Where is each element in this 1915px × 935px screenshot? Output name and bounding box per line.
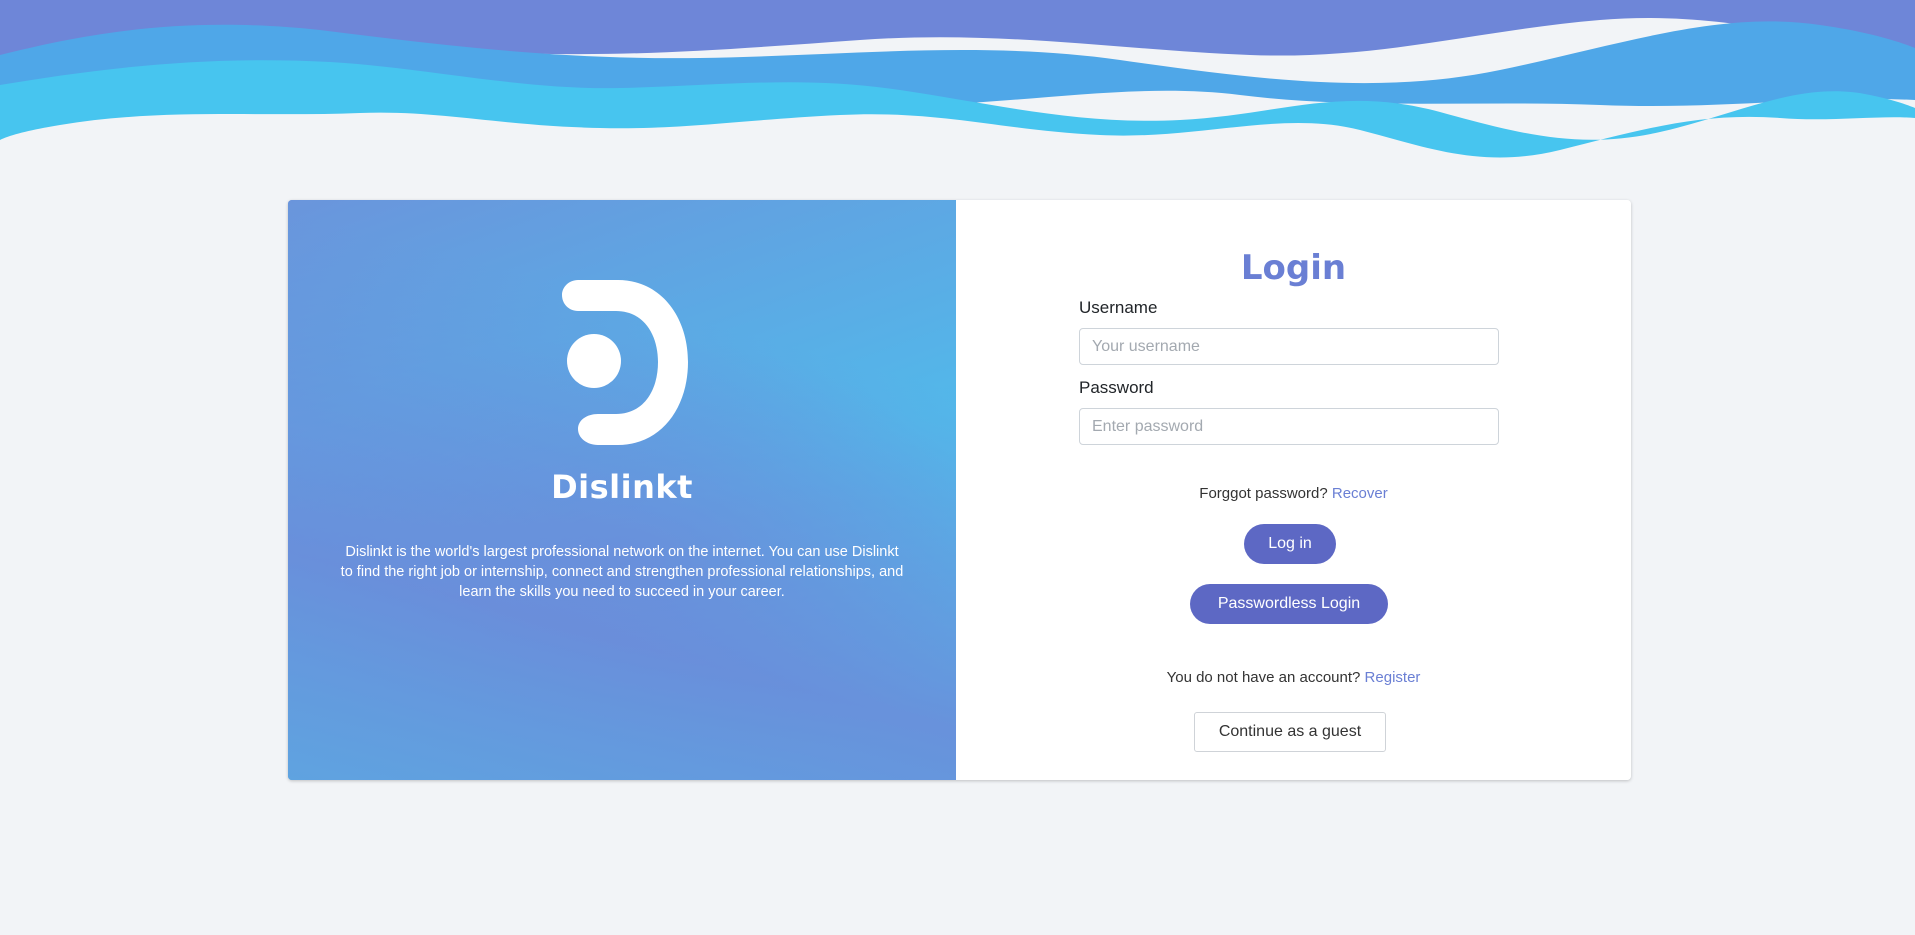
brand-name: Dislinkt [551,468,693,506]
forgot-password-text: Forggot password? [1199,485,1328,502]
brand-panel: Dislinkt Dislinkt is the world's largest… [288,200,956,780]
header-waves-decoration [0,0,1915,158]
forgot-password-row: Forggot password? Recover [956,485,1631,502]
password-input[interactable] [1079,408,1499,445]
username-input[interactable] [1079,328,1499,365]
register-link[interactable]: Register [1365,669,1421,686]
login-card: Dislinkt Dislinkt is the world's largest… [288,200,1631,780]
login-title: Login [1240,248,1347,288]
login-button[interactable]: Log in [1244,524,1336,564]
register-row: You do not have an account? Register [956,669,1631,686]
dislinkt-logo-icon [562,280,688,445]
username-label: Username [1079,298,1158,317]
brand-description: Dislinkt is the world's largest professi… [340,544,904,600]
no-account-text: You do not have an account? [1166,669,1361,686]
continue-as-guest-button[interactable]: Continue as a guest [1194,712,1386,752]
recover-link[interactable]: Recover [1332,485,1388,502]
login-form-panel: Login Username Password Forggot password… [956,200,1631,780]
password-label: Password [1079,378,1154,397]
passwordless-login-button[interactable]: Passwordless Login [1190,584,1388,624]
